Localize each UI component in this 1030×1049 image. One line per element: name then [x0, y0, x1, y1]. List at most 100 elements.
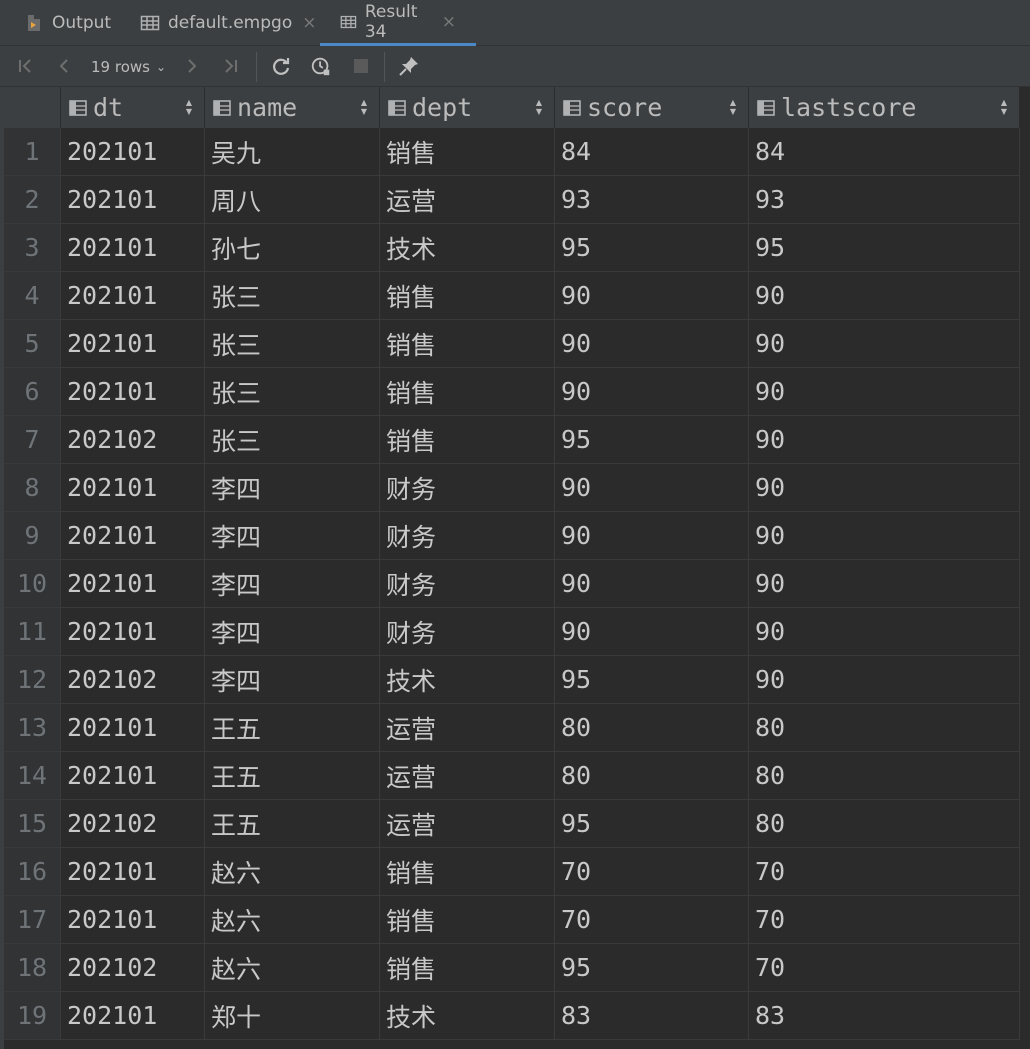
cell-name[interactable]: 赵六 — [205, 848, 380, 895]
cell-name[interactable]: 王五 — [205, 800, 380, 847]
cell-name[interactable]: 郑十 — [205, 992, 380, 1039]
cell-name[interactable]: 李四 — [205, 656, 380, 703]
cell-dept[interactable]: 运营 — [380, 704, 555, 751]
cell-name[interactable]: 李四 — [205, 464, 380, 511]
close-icon[interactable]: × — [442, 12, 456, 32]
next-page-icon[interactable] — [180, 54, 204, 78]
cell-lastscore[interactable]: 90 — [749, 272, 1020, 319]
table-row[interactable]: 18 202102 赵六 销售 95 70 — [4, 944, 1020, 992]
sort-icon[interactable]: ▲ ▼ — [730, 98, 736, 116]
cell-name[interactable]: 赵六 — [205, 944, 380, 991]
table-row[interactable]: 11 202101 李四 财务 90 90 — [4, 608, 1020, 656]
cell-dept[interactable]: 销售 — [380, 368, 555, 415]
table-row[interactable]: 4 202101 张三 销售 90 90 — [4, 272, 1020, 320]
cell-score[interactable]: 83 — [555, 992, 749, 1039]
last-page-icon[interactable] — [218, 54, 242, 78]
row-number[interactable]: 8 — [4, 464, 61, 511]
cell-name[interactable]: 周八 — [205, 176, 380, 223]
cell-score[interactable]: 90 — [555, 368, 749, 415]
sort-icon[interactable]: ▲ ▼ — [1001, 98, 1007, 116]
cell-name[interactable]: 张三 — [205, 368, 380, 415]
cell-dt[interactable]: 202101 — [61, 704, 205, 751]
cell-name[interactable]: 孙七 — [205, 224, 380, 271]
cell-lastscore[interactable]: 90 — [749, 416, 1020, 463]
cell-name[interactable]: 张三 — [205, 320, 380, 367]
cell-dt[interactable]: 202101 — [61, 272, 205, 319]
cell-dept[interactable]: 技术 — [380, 656, 555, 703]
cell-lastscore[interactable]: 70 — [749, 944, 1020, 991]
cell-lastscore[interactable]: 90 — [749, 320, 1020, 367]
table-row[interactable]: 8 202101 李四 财务 90 90 — [4, 464, 1020, 512]
close-icon[interactable]: × — [302, 13, 316, 33]
cell-dt[interactable]: 202101 — [61, 848, 205, 895]
tab-default-empgo[interactable]: default.empgo × — [140, 0, 316, 46]
column-header-lastscore[interactable]: lastscore ▲ ▼ — [749, 87, 1020, 128]
cell-dt[interactable]: 202101 — [61, 896, 205, 943]
table-row[interactable]: 12 202102 李四 技术 95 90 — [4, 656, 1020, 704]
cell-lastscore[interactable]: 90 — [749, 464, 1020, 511]
cell-lastscore[interactable]: 90 — [749, 656, 1020, 703]
cell-lastscore[interactable]: 80 — [749, 800, 1020, 847]
cell-lastscore[interactable]: 95 — [749, 224, 1020, 271]
cell-score[interactable]: 95 — [555, 800, 749, 847]
pin-icon[interactable] — [396, 54, 422, 78]
cell-dt[interactable]: 202101 — [61, 128, 205, 175]
table-row[interactable]: 2 202101 周八 运营 93 93 — [4, 176, 1020, 224]
cell-dept[interactable]: 财务 — [380, 464, 555, 511]
cell-dt[interactable]: 202101 — [61, 368, 205, 415]
table-row[interactable]: 13 202101 王五 运营 80 80 — [4, 704, 1020, 752]
row-number[interactable]: 15 — [4, 800, 61, 847]
cell-lastscore[interactable]: 93 — [749, 176, 1020, 223]
column-header-dt[interactable]: dt ▲ ▼ — [61, 87, 205, 128]
table-row[interactable]: 19 202101 郑十 技术 83 83 — [4, 992, 1020, 1040]
cell-dt[interactable]: 202101 — [61, 224, 205, 271]
cell-name[interactable]: 李四 — [205, 608, 380, 655]
cell-dept[interactable]: 销售 — [380, 320, 555, 367]
prev-page-icon[interactable] — [52, 54, 76, 78]
cell-score[interactable]: 84 — [555, 128, 749, 175]
row-number[interactable]: 12 — [4, 656, 61, 703]
stop-icon[interactable] — [350, 54, 372, 78]
row-number[interactable]: 3 — [4, 224, 61, 271]
cell-dept[interactable]: 运营 — [380, 176, 555, 223]
cell-lastscore[interactable]: 80 — [749, 704, 1020, 751]
cell-lastscore[interactable]: 83 — [749, 992, 1020, 1039]
table-row[interactable]: 17 202101 赵六 销售 70 70 — [4, 896, 1020, 944]
row-number[interactable]: 19 — [4, 992, 61, 1039]
table-row[interactable]: 16 202101 赵六 销售 70 70 — [4, 848, 1020, 896]
cell-lastscore[interactable]: 90 — [749, 608, 1020, 655]
cell-score[interactable]: 93 — [555, 176, 749, 223]
history-icon[interactable] — [307, 54, 335, 78]
table-row[interactable]: 15 202102 王五 运营 95 80 — [4, 800, 1020, 848]
table-row[interactable]: 9 202101 李四 财务 90 90 — [4, 512, 1020, 560]
cell-dept[interactable]: 技术 — [380, 992, 555, 1039]
cell-lastscore[interactable]: 90 — [749, 512, 1020, 559]
column-header-dept[interactable]: dept ▲ ▼ — [380, 87, 555, 128]
cell-lastscore[interactable]: 84 — [749, 128, 1020, 175]
row-number[interactable]: 6 — [4, 368, 61, 415]
table-row[interactable]: 14 202101 王五 运营 80 80 — [4, 752, 1020, 800]
cell-name[interactable]: 李四 — [205, 512, 380, 559]
row-number[interactable]: 1 — [4, 128, 61, 175]
cell-score[interactable]: 95 — [555, 224, 749, 271]
cell-dept[interactable]: 技术 — [380, 224, 555, 271]
cell-score[interactable]: 70 — [555, 896, 749, 943]
cell-dept[interactable]: 销售 — [380, 944, 555, 991]
cell-dt[interactable]: 202102 — [61, 944, 205, 991]
cell-dept[interactable]: 财务 — [380, 608, 555, 655]
sort-icon[interactable]: ▲ ▼ — [536, 98, 542, 116]
row-number[interactable]: 11 — [4, 608, 61, 655]
row-number[interactable]: 4 — [4, 272, 61, 319]
tab-result-34[interactable]: Result 34 × — [320, 0, 476, 46]
cell-dt[interactable]: 202101 — [61, 176, 205, 223]
cell-lastscore[interactable]: 90 — [749, 368, 1020, 415]
cell-dt[interactable]: 202102 — [61, 416, 205, 463]
cell-dt[interactable]: 202101 — [61, 320, 205, 367]
cell-score[interactable]: 90 — [555, 512, 749, 559]
cell-dept[interactable]: 运营 — [380, 752, 555, 799]
table-row[interactable]: 1 202101 吴九 销售 84 84 — [4, 128, 1020, 176]
cell-name[interactable]: 张三 — [205, 416, 380, 463]
cell-dt[interactable]: 202101 — [61, 464, 205, 511]
row-number[interactable]: 2 — [4, 176, 61, 223]
row-number[interactable]: 17 — [4, 896, 61, 943]
